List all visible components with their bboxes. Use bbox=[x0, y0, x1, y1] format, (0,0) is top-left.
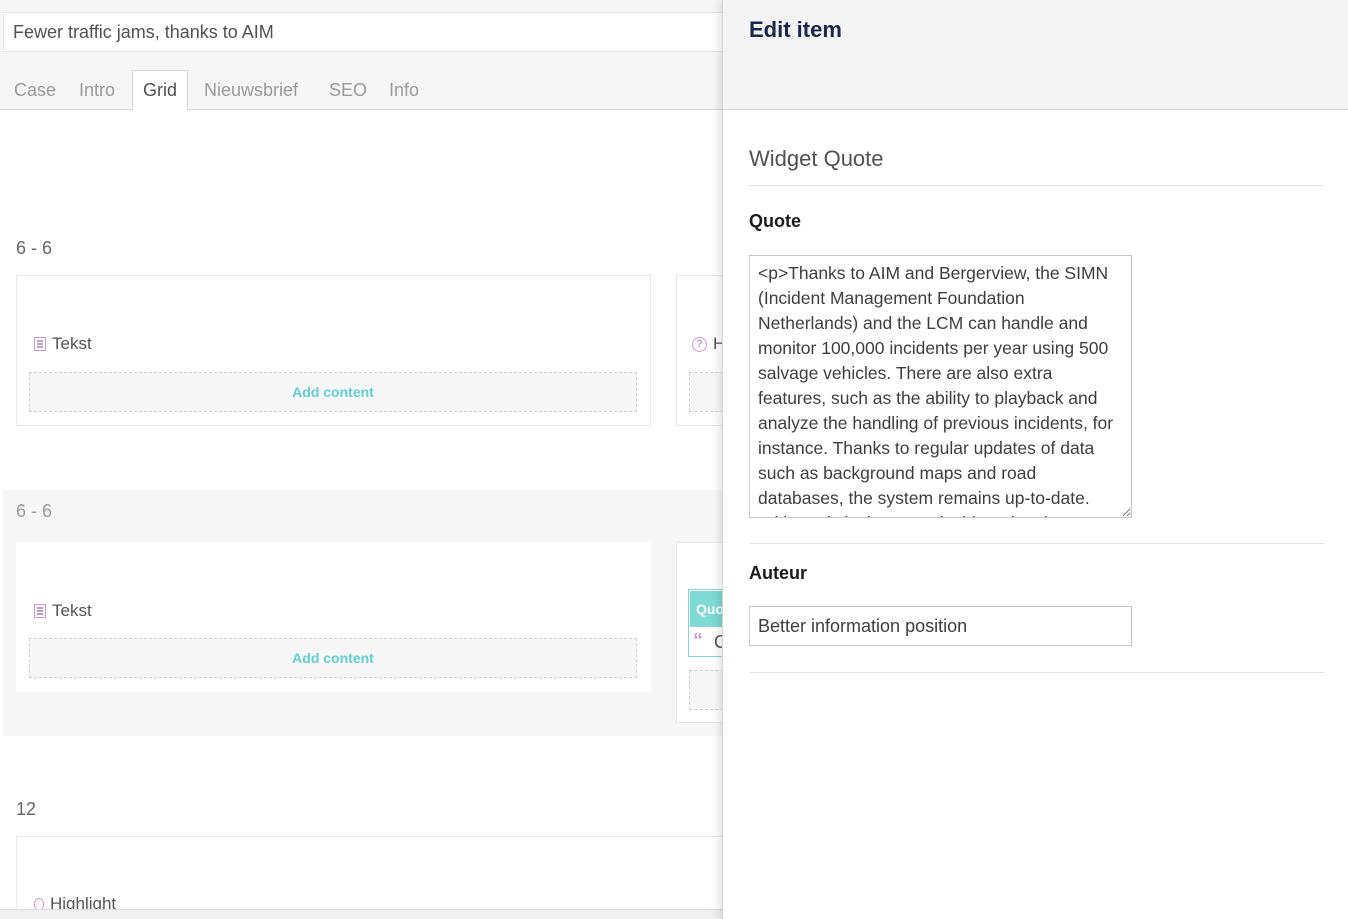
tab-info[interactable]: Info bbox=[389, 70, 419, 110]
row-layout-label: 6 - 6 bbox=[16, 238, 53, 258]
tab-case[interactable]: Case bbox=[14, 70, 56, 110]
tab-grid[interactable]: Grid bbox=[132, 70, 189, 111]
author-field-label: Auteur bbox=[749, 563, 807, 583]
tab-nieuwsbrief[interactable]: Nieuwsbrief bbox=[204, 70, 298, 110]
tab-intro[interactable]: Intro bbox=[79, 70, 115, 110]
row-layout-label: 6 - 6 bbox=[16, 501, 53, 521]
divider bbox=[749, 185, 1324, 186]
cell-title-label: Tekst bbox=[52, 601, 92, 620]
divider bbox=[749, 672, 1324, 673]
quote-widget-label: Quo bbox=[690, 591, 723, 627]
help-icon: ? bbox=[692, 336, 707, 352]
panel-title: Edit item bbox=[749, 17, 842, 42]
tab-seo[interactable]: SEO bbox=[329, 70, 367, 110]
divider bbox=[749, 543, 1324, 544]
cell-title-label: Tekst bbox=[52, 334, 92, 353]
row-layout-label: 12 bbox=[16, 799, 37, 819]
edit-item-panel: Edit item Widget Quote Quote <p>Thanks t… bbox=[722, 0, 1348, 919]
content-tabs: Case Intro Grid Nieuwsbrief SEO Info bbox=[0, 70, 723, 111]
cell-title: Tekst bbox=[34, 334, 92, 354]
text-icon bbox=[34, 337, 46, 351]
cell-title: Tekst bbox=[34, 601, 92, 621]
text-icon bbox=[34, 604, 46, 618]
document-name-input[interactable] bbox=[3, 12, 743, 52]
quote-icon: “ bbox=[693, 630, 703, 652]
author-input[interactable] bbox=[749, 606, 1132, 646]
add-content-button[interactable]: Add content bbox=[29, 638, 637, 678]
widget-section-title: Widget Quote bbox=[749, 146, 884, 171]
quote-field-label: Quote bbox=[749, 211, 801, 231]
panel-header: Edit item bbox=[723, 0, 1348, 110]
add-content-button[interactable]: Add content bbox=[29, 372, 637, 412]
grid-cell bbox=[16, 836, 736, 919]
quote-textarea[interactable]: <p>Thanks to AIM and Bergerview, the SIM… bbox=[749, 255, 1132, 518]
cell-title: ? H bbox=[692, 334, 725, 354]
